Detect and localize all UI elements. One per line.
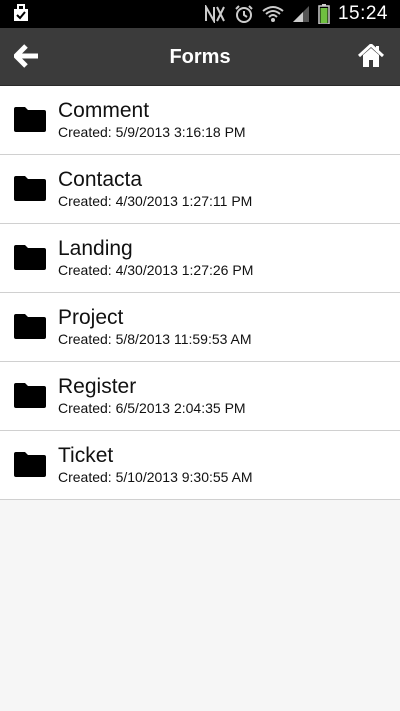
status-bar: 15:24: [0, 0, 400, 28]
form-created: Created: 4/30/2013 1:27:26 PM: [58, 262, 254, 278]
list-item[interactable]: Comment Created: 5/9/2013 3:16:18 PM: [0, 86, 400, 155]
folder-icon: [14, 244, 46, 270]
folder-icon: [14, 382, 46, 408]
signal-icon: [292, 5, 310, 23]
form-name: Register: [58, 375, 137, 398]
list-item[interactable]: Register Created: 6/5/2013 2:04:35 PM: [0, 362, 400, 431]
folder-icon: [14, 451, 46, 477]
form-created: Created: 5/9/2013 3:16:18 PM: [58, 124, 246, 140]
check-bag-icon: [12, 4, 30, 22]
back-button[interactable]: [12, 43, 42, 73]
list-item[interactable]: Project Created: 5/8/2013 11:59:53 AM: [0, 293, 400, 362]
page-title: Forms: [169, 46, 231, 68]
alarm-icon: [234, 4, 254, 24]
folder-icon: [14, 313, 46, 339]
form-name: Contacta: [58, 168, 143, 191]
home-button[interactable]: [356, 42, 386, 73]
form-name: Project: [58, 306, 124, 329]
form-created: Created: 4/30/2013 1:27:11 PM: [58, 193, 253, 209]
form-name: Comment: [58, 99, 150, 122]
form-name: Landing: [58, 237, 133, 260]
wifi-icon: [262, 5, 284, 23]
forms-list: Comment Created: 5/9/2013 3:16:18 PM Con…: [0, 86, 400, 500]
list-item[interactable]: Ticket Created: 5/10/2013 9:30:55 AM: [0, 431, 400, 500]
home-icon: [357, 42, 385, 73]
nfc-icon: [204, 5, 226, 23]
app-header: Forms: [0, 28, 400, 86]
list-item[interactable]: Landing Created: 4/30/2013 1:27:26 PM: [0, 224, 400, 293]
arrow-left-icon: [12, 43, 40, 73]
battery-icon: [318, 4, 330, 24]
form-created: Created: 5/10/2013 9:30:55 AM: [58, 469, 253, 485]
folder-icon: [14, 106, 46, 132]
status-time: 15:24: [337, 3, 388, 24]
form-created: Created: 6/5/2013 2:04:35 PM: [58, 400, 246, 416]
form-created: Created: 5/8/2013 11:59:53 AM: [58, 331, 252, 347]
folder-icon: [14, 175, 46, 201]
form-name: Ticket: [58, 444, 114, 467]
list-item[interactable]: Contacta Created: 4/30/2013 1:27:11 PM: [0, 155, 400, 224]
